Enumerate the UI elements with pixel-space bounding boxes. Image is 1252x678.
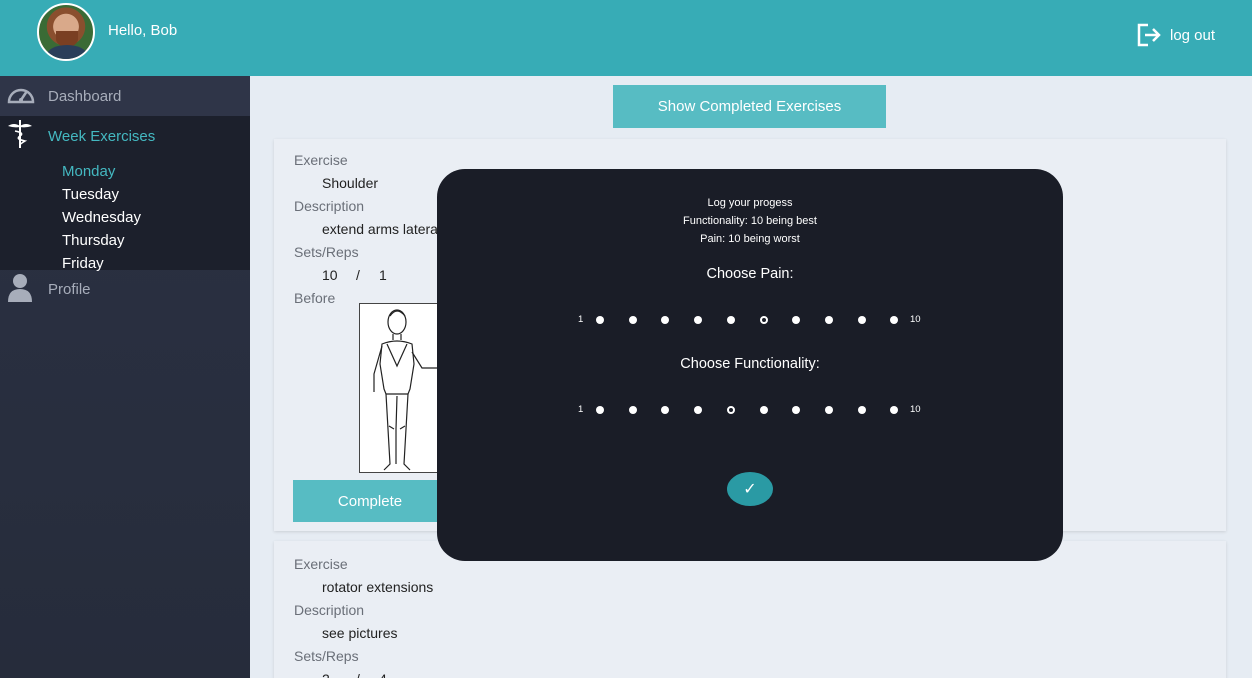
pain-scale: 1 10 <box>577 314 927 326</box>
day-item-monday[interactable]: Monday <box>62 163 115 180</box>
functionality-option-8[interactable] <box>824 406 833 414</box>
pain-option-1[interactable] <box>596 316 604 324</box>
pain-option-9[interactable] <box>857 316 866 324</box>
sidebar: Dashboard Week Exercises Monday Tuesday … <box>0 76 250 678</box>
sets-reps-label: Sets/Reps <box>294 244 359 260</box>
reps-value: 4 <box>379 671 387 678</box>
day-item-thursday[interactable]: Thursday <box>62 232 125 249</box>
before-label: Before <box>294 290 336 306</box>
modal-intro: Log your progess <box>707 197 793 209</box>
sets-reps-separator: / <box>356 267 360 283</box>
sidebar-item-week-exercises[interactable]: Week Exercises <box>0 116 250 156</box>
description-text: extend arms latera <box>322 221 438 237</box>
progress-modal: Log your progess Functionality: 10 being… <box>437 169 1063 561</box>
sidebar-item-label: Dashboard <box>48 87 122 105</box>
description-label: Description <box>294 602 365 618</box>
sidebar-item-dashboard[interactable]: Dashboard <box>0 76 250 116</box>
user-icon <box>6 272 34 306</box>
sets-reps-separator: / <box>356 671 360 678</box>
sidebar-item-label: Profile <box>48 280 91 298</box>
functionality-option-2[interactable] <box>628 406 637 414</box>
day-item-tuesday[interactable]: Tuesday <box>62 186 119 203</box>
before-image <box>359 303 439 473</box>
sets-value: 10 <box>322 267 338 283</box>
description-label: Description <box>294 198 365 214</box>
pain-scale-max: 10 <box>910 314 921 325</box>
description-text: see pictures <box>322 625 398 641</box>
pain-option-3[interactable] <box>661 316 670 324</box>
pain-option-4[interactable] <box>694 316 703 324</box>
functionality-option-5[interactable] <box>726 406 735 414</box>
sidebar-item-label: Week Exercises <box>48 127 156 145</box>
avatar-shirt <box>47 45 87 59</box>
functionality-option-1[interactable] <box>596 406 604 414</box>
functionality-scale-max: 10 <box>910 404 921 415</box>
logout-label: log out <box>1170 26 1216 44</box>
top-bar: Hello, Bob log out <box>0 0 1252 76</box>
pain-hint: Pain: 10 being worst <box>700 233 800 245</box>
functionality-scale-min: 1 <box>578 404 584 415</box>
reps-value: 1 <box>379 267 387 283</box>
speedometer-icon <box>6 83 36 109</box>
pain-heading: Choose Pain: <box>706 266 794 282</box>
exercise-label: Exercise <box>294 556 348 572</box>
exercise-name: Shoulder <box>322 175 379 191</box>
functionality-option-9[interactable] <box>857 406 866 414</box>
pain-option-6[interactable] <box>759 316 768 324</box>
logout-button[interactable]: log out <box>1136 22 1215 48</box>
show-completed-button[interactable]: Show Completed Exercises <box>613 85 886 128</box>
functionality-option-7[interactable] <box>792 406 801 414</box>
avatar[interactable] <box>37 3 95 61</box>
exercise-label: Exercise <box>294 152 348 168</box>
functionality-heading: Choose Functionality: <box>680 356 820 372</box>
functionality-option-6[interactable] <box>759 406 768 414</box>
pain-option-5[interactable] <box>726 316 735 324</box>
pain-scale-min: 1 <box>578 314 584 325</box>
pain-option-7[interactable] <box>792 316 801 324</box>
functionality-scale: 1 10 <box>577 404 927 416</box>
sets-value: 2 <box>322 671 330 678</box>
submit-button[interactable]: ✓ <box>727 472 773 506</box>
day-item-friday[interactable]: Friday <box>62 255 104 272</box>
functionality-hint: Functionality: 10 being best <box>683 215 817 227</box>
day-list: Monday Tuesday Wednesday Thursday Friday <box>0 156 250 272</box>
day-item-wednesday[interactable]: Wednesday <box>62 209 141 226</box>
caduceus-icon <box>6 118 34 154</box>
sets-reps-label: Sets/Reps <box>294 648 359 664</box>
pain-option-8[interactable] <box>824 316 833 324</box>
functionality-option-4[interactable] <box>694 406 703 414</box>
functionality-option-10[interactable] <box>890 406 899 414</box>
sidebar-item-profile[interactable]: Profile <box>0 271 250 307</box>
complete-button[interactable]: Complete <box>293 480 447 522</box>
greeting-text: Hello, Bob <box>108 22 178 39</box>
pain-option-10[interactable] <box>890 316 899 324</box>
exercise-name: rotator extensions <box>322 579 434 595</box>
functionality-option-3[interactable] <box>661 406 670 414</box>
pain-option-2[interactable] <box>628 316 637 324</box>
exercise-card: Exercise rotator extensions Description … <box>274 541 1226 678</box>
logout-icon <box>1137 23 1161 47</box>
